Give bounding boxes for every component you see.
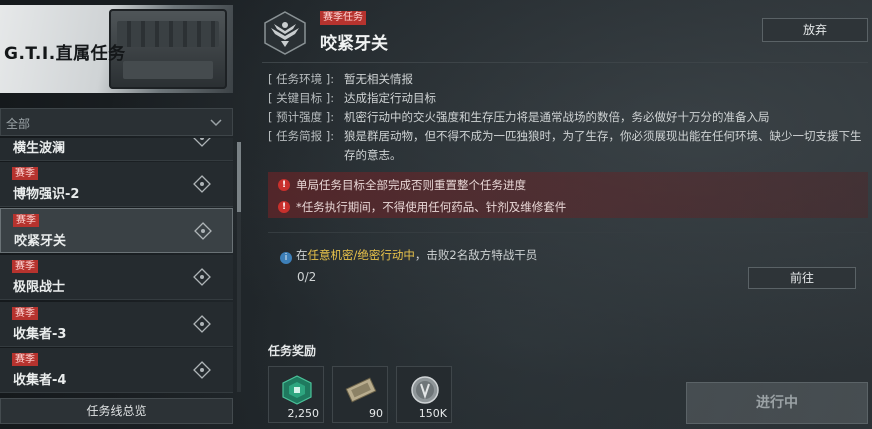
locate-icon[interactable] — [193, 315, 211, 333]
objective-text: i 在任意机密/绝密行动中，击败2名敌方特战干员 — [280, 247, 537, 264]
mission-name: 咬紧牙关 — [14, 234, 67, 249]
locate-icon[interactable] — [193, 175, 211, 193]
alert-icon: ! — [278, 179, 290, 191]
info-row: [ 任务简报 ]: 狼是群居动物，但不得不成为一匹独狼时，为了生存，你必须展现出… — [268, 127, 868, 165]
info-key: [ 任务简报 ]: — [268, 129, 335, 143]
divider — [268, 232, 868, 233]
filter-label: 全部 — [6, 117, 31, 131]
warning-text: 单局任务目标全部完成否则重置整个任务进度 — [296, 178, 526, 192]
info-key: [ 预计强度 ]: — [268, 110, 335, 124]
warning-line: ! *任务执行期间，不得使用任何药品、针剂及维修套件 — [278, 197, 566, 217]
info-value: 暂无相关情报 — [344, 72, 413, 86]
info-value: 狼是群居动物，但不得不成为一匹独狼时，为了生存，你必须展现出能在任何环境、缺少一… — [344, 129, 862, 162]
rewards-title: 任务奖励 — [268, 344, 317, 358]
locate-icon[interactable] — [193, 361, 211, 379]
season-badge: 赛季 — [12, 167, 38, 180]
objective-prefix: 在 — [296, 248, 308, 262]
list-item[interactable]: 横生波澜 — [0, 138, 233, 161]
mission-banner: G.T.I.直属任务 — [0, 5, 233, 93]
objective-highlight: 任意机密/绝密行动中 — [307, 248, 415, 262]
mission-name: 博物强识-2 — [13, 187, 80, 202]
info-value: 机密行动中的交火强度和生存压力将是通常战场的数倍，务必做好十万分的准备入局 — [344, 110, 770, 124]
season-badge: 赛季 — [12, 353, 38, 366]
ticket-icon — [345, 377, 377, 403]
list-item[interactable]: 赛季 博物强识-2 — [0, 162, 233, 207]
info-key: [ 关键目标 ]: — [268, 91, 335, 105]
overview-button[interactable]: 任务线总览 — [0, 398, 233, 424]
mission-list[interactable]: 横生波澜 赛季 博物强识-2 赛季 咬紧牙关 赛季 极限战士 赛季 收集者-3 … — [0, 138, 233, 393]
reward-item[interactable]: 90 — [332, 366, 388, 423]
mission-name: 收集者-4 — [13, 373, 67, 388]
goto-button[interactable]: 前往 — [748, 267, 856, 289]
info-row: [ 预计强度 ]: 机密行动中的交火强度和生存压力将是通常战场的数倍，务必做好十… — [268, 108, 868, 127]
locate-icon[interactable] — [194, 222, 212, 240]
warning-line: ! 单局任务目标全部完成否则重置整个任务进度 — [278, 175, 526, 195]
mission-title: 咬紧牙关 — [320, 34, 388, 54]
mission-sidebar: G.T.I.直属任务 全部 横生波澜 赛季 博物强识-2 赛季 咬紧牙关 赛季 … — [0, 0, 236, 429]
reward-item[interactable]: 2,250 — [268, 366, 324, 423]
season-badge: 赛季 — [12, 260, 38, 273]
mission-name: 极限战士 — [13, 280, 66, 295]
alert-icon: ! — [278, 201, 290, 213]
mission-name: 横生波澜 — [13, 141, 66, 156]
list-item-selected[interactable]: 赛季 咬紧牙关 — [0, 208, 233, 253]
chevron-down-icon — [210, 119, 222, 127]
reward-amount: 90 — [369, 407, 383, 420]
reward-amount: 150K — [418, 407, 447, 420]
objective-progress: 0/2 — [297, 270, 317, 284]
info-row: [ 任务环境 ]: 暂无相关情报 — [268, 70, 868, 89]
reward-amount: 2,250 — [287, 407, 320, 420]
scrollbar-thumb[interactable] — [237, 142, 241, 212]
filter-dropdown[interactable]: 全部 — [0, 108, 233, 136]
info-icon: i — [280, 252, 292, 264]
list-item[interactable]: 赛季 收集者-3 — [0, 302, 233, 347]
locate-icon[interactable] — [193, 268, 211, 286]
locate-icon[interactable] — [193, 138, 211, 147]
token-icon — [282, 375, 312, 405]
info-row: [ 关键目标 ]: 达成指定行动目标 — [268, 89, 868, 108]
mission-name: 收集者-3 — [13, 327, 67, 342]
list-item[interactable]: 赛季 收集者-4 — [0, 348, 233, 393]
in-progress-button[interactable]: 进行中 — [686, 382, 868, 424]
eagle-emblem-icon — [264, 11, 306, 55]
list-item[interactable]: 赛季 极限战士 — [0, 255, 233, 300]
coin-icon — [411, 376, 439, 404]
reward-item[interactable]: 150K — [396, 366, 452, 423]
banner-title: G.T.I.直属任务 — [4, 44, 126, 64]
warning-text: *任务执行期间，不得使用任何药品、针剂及维修套件 — [296, 200, 567, 214]
mission-info: [ 任务环境 ]: 暂无相关情报 [ 关键目标 ]: 达成指定行动目标 [ 预计… — [268, 70, 868, 165]
objective-suffix: ，击败2名敌方特战干员 — [414, 248, 538, 262]
season-mission-badge: 赛季任务 — [320, 11, 366, 25]
season-badge: 赛季 — [12, 307, 38, 320]
season-badge: 赛季 — [13, 214, 39, 227]
list-scrollbar[interactable] — [237, 142, 241, 392]
warning-box: ! 单局任务目标全部完成否则重置整个任务进度 ! *任务执行期间，不得使用任何药… — [268, 172, 868, 218]
info-value: 达成指定行动目标 — [344, 91, 436, 105]
briefcase-image — [109, 9, 227, 89]
divider — [262, 62, 868, 63]
abandon-button[interactable]: 放弃 — [762, 18, 868, 42]
info-key: [ 任务环境 ]: — [268, 72, 335, 86]
